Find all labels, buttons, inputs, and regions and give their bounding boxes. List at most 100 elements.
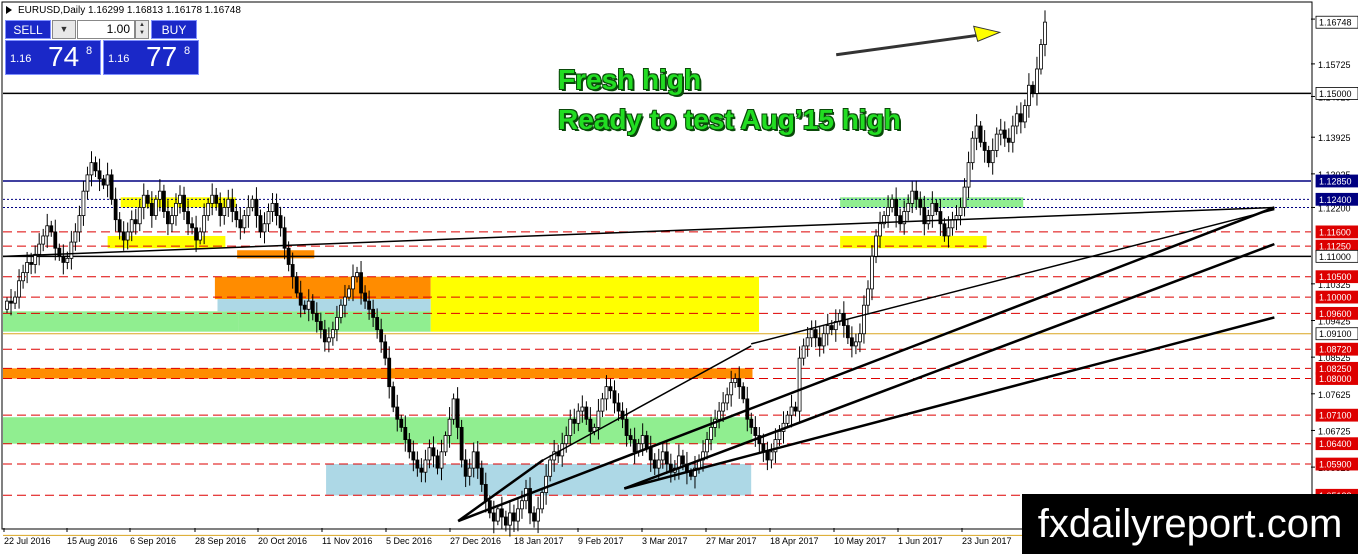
x-tick-label: 18 Apr 2017 [770, 536, 819, 546]
candle-body [681, 455, 685, 465]
candle-body [141, 194, 146, 208]
price-tag-label: 1.06400 [1319, 439, 1352, 449]
candle-body [242, 215, 247, 229]
zone-blue [217, 299, 431, 312]
candle-body [958, 207, 963, 217]
lot-size-input[interactable]: 1.00 [77, 20, 135, 39]
sell-price[interactable]: 1.16 74 8 [5, 40, 101, 75]
candle-body [330, 329, 335, 339]
zone-orange [237, 250, 315, 259]
candle-body [801, 345, 806, 359]
candle-body [942, 223, 947, 237]
sell-button[interactable]: SELL [5, 20, 51, 39]
candle-body [49, 225, 54, 233]
time-axis: 22 Jul 2016 15 Aug 2016 6 Sep 2016 28 Sep 2… [3, 528, 1012, 546]
candle-body [363, 292, 367, 302]
candle-body [302, 304, 307, 310]
candle-body [596, 410, 601, 428]
candle-body [894, 198, 899, 217]
x-tick-label: 28 Sep 2016 [195, 536, 246, 546]
candle-body [419, 467, 424, 473]
candle-body [765, 451, 770, 461]
candle-body [737, 378, 742, 388]
candle-body [729, 382, 734, 396]
candle-body [660, 451, 665, 461]
lot-spinner-icon[interactable]: ▲ ▼ [135, 20, 149, 39]
y-tick-label: 1.07625 [1318, 390, 1351, 400]
candle-body [322, 329, 327, 343]
candle-body [202, 215, 207, 233]
candle-body [862, 304, 866, 335]
candle-body [77, 215, 82, 233]
candle-body [616, 402, 621, 412]
candle-body [624, 418, 629, 436]
candle-body [9, 300, 13, 304]
candle-body [854, 341, 858, 347]
candle-body [475, 451, 480, 469]
candle-body [423, 459, 428, 473]
candle-body [21, 272, 25, 282]
candle-body [1010, 125, 1015, 143]
price-tag-label: 1.16748 [1319, 18, 1352, 28]
y-tick-label: 1.13925 [1318, 133, 1351, 143]
x-tick-label: 27 Dec 2016 [450, 536, 501, 546]
candle-body [359, 272, 363, 294]
buy-button[interactable]: BUY [151, 20, 197, 39]
candle-body [1022, 105, 1027, 123]
candle-body [793, 406, 798, 412]
zone-green [3, 311, 239, 332]
candle-body [749, 418, 754, 428]
candle-body [508, 512, 512, 526]
candle-body [367, 300, 371, 310]
candle-body [725, 394, 730, 404]
candle-body [97, 170, 102, 180]
candle-body [588, 418, 593, 432]
candle-body [910, 190, 915, 204]
x-tick-label: 18 Jan 2017 [514, 536, 564, 546]
candle-body [584, 406, 589, 420]
candle-body [206, 202, 211, 217]
collapse-arrow-icon[interactable] [6, 6, 12, 14]
candle-body [946, 227, 951, 237]
candle-body [1039, 44, 1043, 70]
candle-body [230, 198, 235, 212]
candle-body [190, 223, 194, 229]
candle-body [580, 406, 585, 412]
candle-body [495, 508, 500, 522]
candle-body [1006, 137, 1011, 143]
candle-body [73, 231, 78, 243]
candle-body [1031, 84, 1035, 94]
y-tick-label: 1.15725 [1318, 60, 1351, 70]
candle-body [391, 386, 396, 408]
candle-body [930, 202, 935, 217]
price-tag-label: 1.07100 [1319, 411, 1352, 421]
candle-body [89, 162, 94, 176]
candle-body [540, 492, 544, 510]
zones [3, 197, 1024, 496]
candle-body [65, 257, 70, 263]
x-tick-label: 9 Feb 2017 [578, 536, 624, 546]
candle-body [632, 439, 637, 453]
candle-body [483, 484, 488, 502]
price-tag-label: 1.15000 [1319, 89, 1352, 99]
candle-body [443, 435, 448, 453]
buy-price[interactable]: 1.16 77 8 [103, 40, 199, 75]
candle-body [254, 198, 259, 217]
candle-body [753, 426, 758, 436]
candle-body [656, 459, 661, 469]
candle-body [415, 459, 420, 469]
candle-body [411, 451, 416, 461]
candle-body [789, 406, 794, 416]
candle-body [129, 219, 134, 233]
candle-body [576, 410, 581, 424]
price-axis: 1.168251.157251.149251.139251.130251.122… [1311, 15, 1358, 510]
candle-body [544, 475, 549, 493]
candle-body [137, 207, 142, 225]
lot-dropdown-icon[interactable]: ▼ [52, 20, 76, 39]
candle-body [318, 321, 323, 331]
candle-body [53, 231, 58, 249]
trendline [457, 206, 1275, 523]
candle-body [117, 219, 122, 233]
candle-body [306, 300, 311, 310]
price-tag-label: 1.11000 [1319, 252, 1351, 262]
